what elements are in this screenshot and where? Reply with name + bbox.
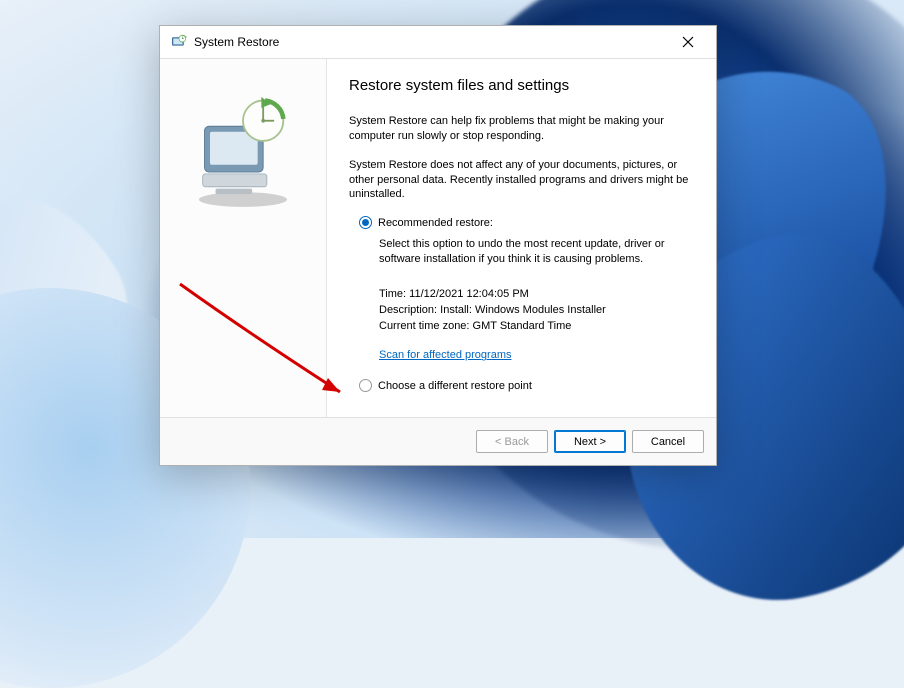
- system-restore-icon: [170, 33, 188, 51]
- restore-illustration-icon: [188, 91, 298, 211]
- radio-button-icon: [359, 379, 372, 392]
- restore-point-details: Time: 11/12/2021 12:04:05 PM Description…: [379, 287, 690, 375]
- page-heading: Restore system files and settings: [349, 77, 690, 94]
- radio-button-icon: [359, 216, 372, 229]
- intro-paragraph-1: System Restore can help fix problems tha…: [349, 114, 690, 144]
- timezone-label: Current time zone:: [379, 320, 469, 332]
- description-value: Install: Windows Modules Installer: [440, 304, 606, 316]
- dialog-body: Restore system files and settings System…: [160, 58, 716, 417]
- time-value: 11/12/2021 12:04:05 PM: [409, 288, 529, 300]
- radio-recommended-label: Recommended restore:: [378, 217, 493, 229]
- back-button: < Back: [476, 430, 548, 453]
- radio-different-restore-point[interactable]: Choose a different restore point: [359, 379, 690, 392]
- radio-recommended-restore[interactable]: Recommended restore:: [359, 216, 690, 229]
- titlebar: System Restore: [160, 26, 716, 58]
- time-label: Time:: [379, 288, 406, 300]
- intro-paragraph-2: System Restore does not affect any of yo…: [349, 158, 690, 203]
- recommended-description: Select this option to undo the most rece…: [379, 237, 690, 267]
- scan-affected-programs-link[interactable]: Scan for affected programs: [379, 348, 511, 363]
- close-button[interactable]: [668, 28, 708, 56]
- cancel-button[interactable]: Cancel: [632, 430, 704, 453]
- next-button[interactable]: Next >: [554, 430, 626, 453]
- window-title: System Restore: [194, 35, 668, 49]
- timezone-value: GMT Standard Time: [473, 320, 572, 332]
- radio-different-label: Choose a different restore point: [378, 380, 532, 392]
- description-label: Description:: [379, 304, 437, 316]
- dialog-footer: < Back Next > Cancel: [160, 417, 716, 465]
- content-panel: Restore system files and settings System…: [327, 59, 716, 417]
- side-panel: [160, 59, 327, 417]
- system-restore-dialog: System Restore Restore system files and …: [159, 25, 717, 466]
